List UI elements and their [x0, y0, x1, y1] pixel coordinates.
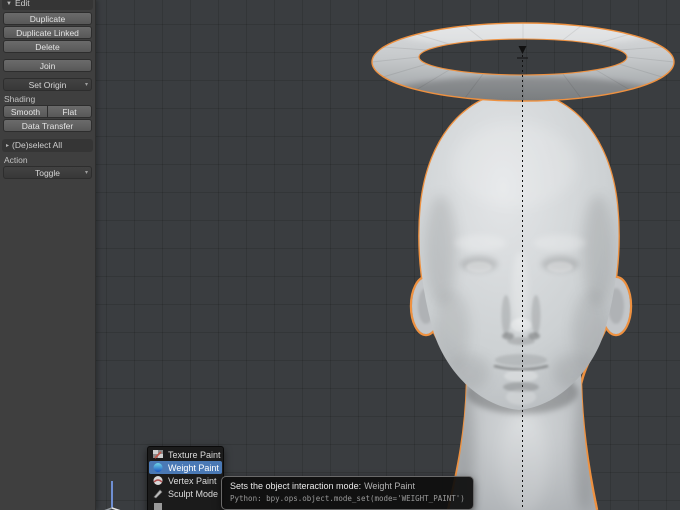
edit-panel-title: Edit: [14, 0, 30, 8]
sculpt-mode-icon: [152, 488, 164, 499]
set-origin-label: Set Origin: [28, 80, 67, 90]
duplicate-linked-button[interactable]: Duplicate Linked: [3, 26, 92, 39]
menu-item-weight-paint[interactable]: Weight Paint: [149, 461, 222, 474]
tooltip-value: Weight Paint: [364, 481, 415, 491]
panel-expanded-icon: ▼: [6, 1, 12, 7]
vertex-paint-icon: [152, 475, 164, 486]
flat-button[interactable]: Flat: [47, 105, 92, 118]
viewport-scene: [104, 22, 675, 510]
tooltip-text: Sets the object interaction mode: Weight …: [230, 481, 465, 491]
delete-button[interactable]: Delete: [3, 40, 92, 53]
head-mesh[interactable]: [409, 90, 633, 510]
dropdown-arrow-icon: ▾: [84, 170, 88, 176]
tooltip-python: Python: bpy.ops.object.mode_set(mode='WE…: [230, 494, 465, 503]
edit-panel-header[interactable]: ▼ Edit: [2, 0, 93, 10]
toggle-button[interactable]: Toggle ▾: [3, 166, 92, 179]
set-origin-button[interactable]: Set Origin ▾: [3, 78, 92, 91]
mode-select-menu: Texture Paint Weight Paint Vertex Paint …: [147, 446, 224, 510]
shading-label: Shading: [4, 94, 36, 104]
panel-collapsed-icon: ▸: [6, 143, 10, 149]
tool-shelf: ▼ Edit Duplicate Duplicate Linked Delete …: [0, 0, 96, 510]
tooltip: Sets the object interaction mode: Weight …: [221, 476, 474, 510]
menu-item-partial[interactable]: [149, 500, 222, 510]
data-transfer-button[interactable]: Data Transfer: [3, 119, 92, 132]
mode-icon: [152, 501, 164, 510]
deselect-all-title: (De)select All: [12, 140, 63, 150]
toggle-label: Toggle: [34, 168, 61, 178]
join-button[interactable]: Join: [3, 59, 92, 72]
menu-item-texture-paint[interactable]: Texture Paint: [149, 448, 222, 461]
menu-item-vertex-paint[interactable]: Vertex Paint: [149, 474, 222, 487]
action-label: Action: [4, 155, 28, 165]
smooth-button[interactable]: Smooth: [3, 105, 47, 118]
tooltip-description: Sets the object interaction mode:: [230, 481, 362, 491]
deselect-all-panel-header[interactable]: ▸ (De)select All: [2, 139, 93, 152]
axis-gizmo: [104, 481, 121, 510]
blender-window: ▼ Edit Duplicate Duplicate Linked Delete …: [0, 0, 680, 510]
duplicate-button[interactable]: Duplicate: [3, 12, 92, 25]
dropdown-arrow-icon: ▾: [84, 82, 88, 88]
weight-paint-icon: [152, 462, 164, 473]
texture-paint-icon: [152, 449, 164, 460]
menu-item-sculpt-mode[interactable]: Sculpt Mode: [149, 487, 222, 500]
